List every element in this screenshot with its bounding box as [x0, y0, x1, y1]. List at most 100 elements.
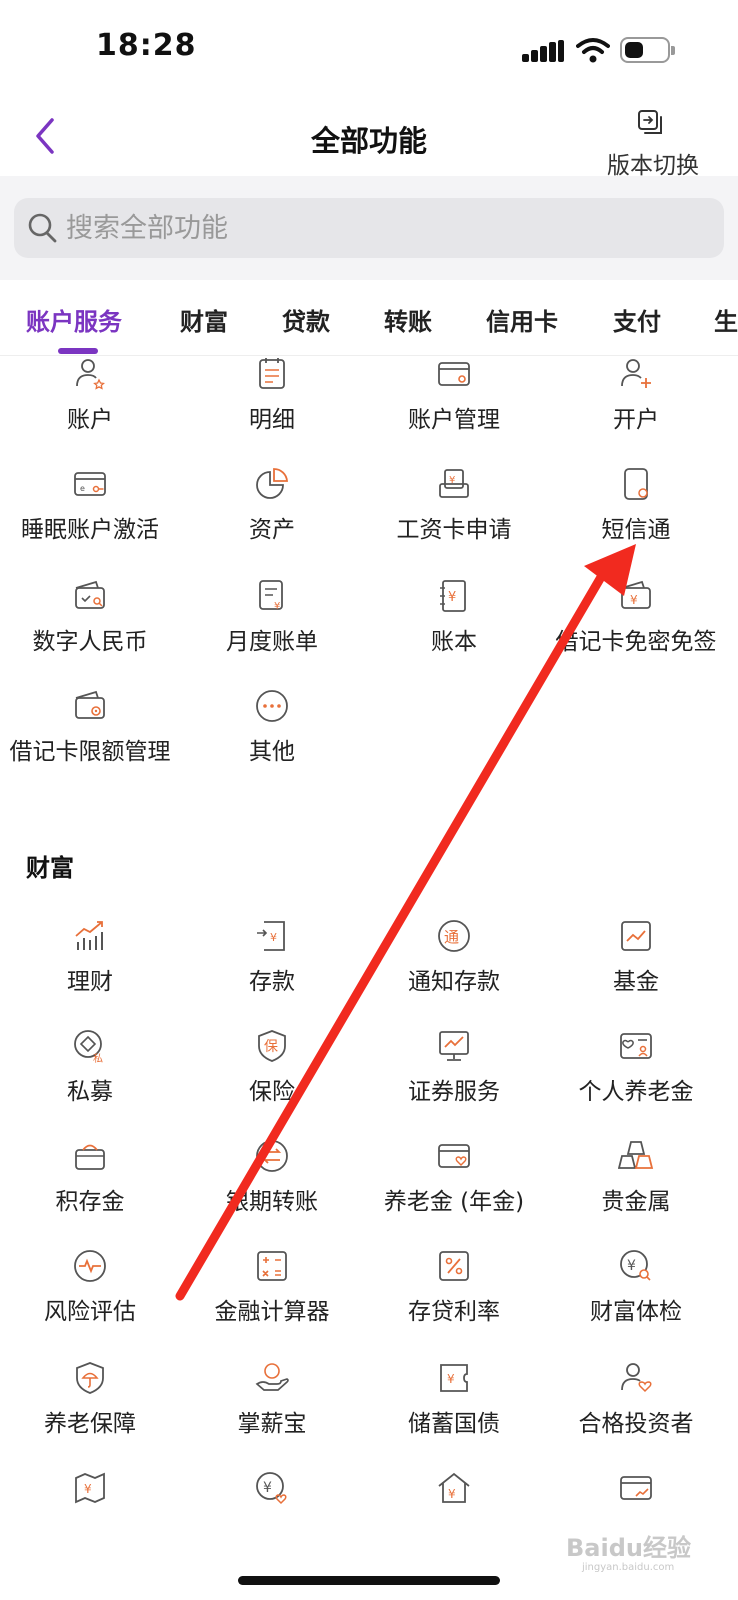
- grid-item-details[interactable]: 明细: [182, 356, 362, 456]
- tab-credit-card[interactable]: 信用卡: [486, 302, 558, 337]
- percent-icon: [439, 1251, 469, 1281]
- grid-item-risk-assessment[interactable]: 风险评估: [0, 1248, 180, 1348]
- grid-item-qualified-investor[interactable]: 合格投资者: [546, 1360, 726, 1460]
- bill-yuan-icon: ¥: [259, 580, 283, 612]
- grid-item-savings-bonds[interactable]: ¥ 储蓄国债: [364, 1360, 544, 1460]
- tab-transfer[interactable]: 转账: [384, 302, 432, 337]
- grid-item-annuity[interactable]: 养老金 (年金): [364, 1138, 544, 1238]
- search-icon: [28, 213, 57, 243]
- grid-item-insurance[interactable]: 保 保险: [182, 1028, 362, 1128]
- status-time: 18:28: [96, 28, 197, 63]
- grid-item-debit-limit[interactable]: 借记卡限额管理: [0, 688, 180, 788]
- grid-item-gold-accumulation[interactable]: 积存金: [0, 1138, 180, 1238]
- gold-bars-icon: [618, 1141, 654, 1169]
- search-input[interactable]: [66, 206, 666, 250]
- coin-heart-icon: ¥: [256, 1472, 287, 1505]
- wallet-search-icon: [75, 580, 105, 609]
- annuity-card-icon: [438, 1144, 470, 1168]
- bond-ticket-icon: ¥: [440, 1364, 468, 1392]
- grid-item-fund[interactable]: 基金: [546, 918, 726, 1018]
- grid-item-digital-rmb[interactable]: 数字人民币: [0, 578, 180, 678]
- grid-item-label: 账本: [431, 629, 477, 655]
- grid-item-financial-calculator[interactable]: 金融计算器: [182, 1248, 362, 1348]
- ledger-yuan-icon: ¥: [440, 580, 466, 612]
- svg-text:通: 通: [444, 928, 459, 946]
- grid-item-label: 保险: [249, 1079, 295, 1105]
- grid-item-dormant-activate[interactable]: e 睡眠账户激活: [0, 466, 180, 566]
- wealth-check-icon: ¥: [620, 1250, 651, 1281]
- svg-text:e: e: [80, 484, 85, 493]
- tab-loans[interactable]: 贷款: [282, 302, 330, 337]
- svg-text:¥: ¥: [447, 1372, 455, 1386]
- grid-item-wealth-management[interactable]: 理财: [0, 918, 180, 1018]
- search-area: [0, 176, 738, 280]
- grid-item-label: 私募: [67, 1079, 113, 1105]
- umbrella-shield-icon: [76, 1362, 104, 1394]
- grid-item-account[interactable]: 账户: [0, 356, 180, 456]
- svg-text:¥: ¥: [263, 1480, 272, 1496]
- grid-item-label: 存贷利率: [408, 1299, 500, 1325]
- section-title-wealth: 财富: [26, 854, 74, 882]
- calendar-list-icon: [259, 358, 285, 389]
- tab-payment[interactable]: 支付: [613, 302, 661, 337]
- version-switch-button[interactable]: 版本切换: [598, 108, 708, 179]
- grid-item-label: 月度账单: [226, 629, 318, 655]
- grid-item-label: 银期转账: [226, 1189, 318, 1215]
- grid-item-label: 养老保障: [44, 1411, 136, 1437]
- pension-card-icon: [620, 1033, 652, 1059]
- transfer-icon: [256, 1140, 288, 1172]
- grid-item-label: 合格投资者: [578, 1411, 694, 1437]
- search-box[interactable]: [14, 198, 724, 258]
- grid-item-notice-deposit[interactable]: 通 通知存款: [364, 918, 544, 1018]
- svg-text:¥: ¥: [448, 590, 456, 605]
- grid-item-personal-pension[interactable]: 个人养老金: [546, 1028, 726, 1128]
- notice-deposit-icon: 通: [438, 920, 470, 952]
- grid-item-securities[interactable]: 证券服务: [364, 1028, 544, 1128]
- grid-item-ledger[interactable]: ¥ 账本: [364, 578, 544, 678]
- grid-item-label: 贵金属: [601, 1189, 671, 1215]
- grid-item-label: 账户: [67, 407, 113, 433]
- grid-item-monthly-bill[interactable]: ¥ 月度账单: [182, 578, 362, 678]
- pie-chart-icon: [256, 468, 288, 499]
- grid-item-debit-no-password[interactable]: ¥ 借记卡免密免签: [546, 578, 726, 678]
- card-manage-icon: [438, 362, 470, 386]
- grid-item-account-manage[interactable]: 账户管理: [364, 356, 544, 456]
- grid-item-private-fund[interactable]: 私 私募: [0, 1028, 180, 1128]
- grid-item-interest-rates[interactable]: 存贷利率: [364, 1248, 544, 1348]
- grid-item-bank-futures-transfer[interactable]: 银期转账: [182, 1138, 362, 1238]
- grid-item-label: 工资卡申请: [396, 517, 512, 543]
- nav-header: 全部功能 版本切换: [0, 100, 738, 179]
- grid-item-assets[interactable]: 资产: [182, 466, 362, 566]
- fund-chart-icon: [621, 921, 651, 951]
- grid-item-deposit[interactable]: ¥ 存款: [182, 918, 362, 1018]
- battery-icon: [620, 37, 675, 63]
- tab-account-services[interactable]: 账户服务: [26, 302, 122, 337]
- svg-text:¥: ¥: [449, 475, 455, 486]
- grid-item-label: 养老金 (年金): [383, 1189, 525, 1215]
- wallet-yuan-icon: ¥: [621, 580, 651, 609]
- grid-item-pension-security[interactable]: 养老保障: [0, 1360, 180, 1460]
- grid-item-label: 积存金: [55, 1189, 125, 1215]
- tab-wealth[interactable]: 财富: [180, 302, 228, 337]
- grid-item-label: 财富体检: [590, 1299, 682, 1325]
- grid-item-precious-metals[interactable]: 贵金属: [546, 1138, 726, 1238]
- home-indicator[interactable]: [238, 1576, 500, 1585]
- grid-item-label: 掌薪宝: [237, 1411, 307, 1437]
- more-dots-icon: [256, 690, 288, 722]
- grid-item-open-account[interactable]: 开户: [546, 356, 726, 456]
- grid-item-label: 理财: [67, 969, 113, 995]
- grid-item-other[interactable]: 其他: [182, 688, 362, 788]
- watermark: Baidu经验: [566, 1534, 691, 1562]
- grid-item-sms-service[interactable]: 短信通: [546, 466, 726, 566]
- tab-life[interactable]: 生: [714, 302, 738, 337]
- grid-item-label: 借记卡免密免签: [555, 629, 717, 655]
- svg-text:¥: ¥: [270, 931, 277, 944]
- grid-item-wealth-checkup[interactable]: ¥ 财富体检: [546, 1248, 726, 1348]
- version-switch-icon: [638, 110, 662, 134]
- grid-item-label: 账户管理: [408, 407, 500, 433]
- grid-item-label: 资产: [249, 517, 295, 543]
- grid-item-salary-treasure[interactable]: 掌薪宝: [182, 1360, 362, 1460]
- deposit-icon: ¥: [257, 921, 285, 951]
- grid-item-salary-card[interactable]: ¥ 工资卡申请: [364, 466, 544, 566]
- grid-item-label: 个人养老金: [578, 1079, 694, 1105]
